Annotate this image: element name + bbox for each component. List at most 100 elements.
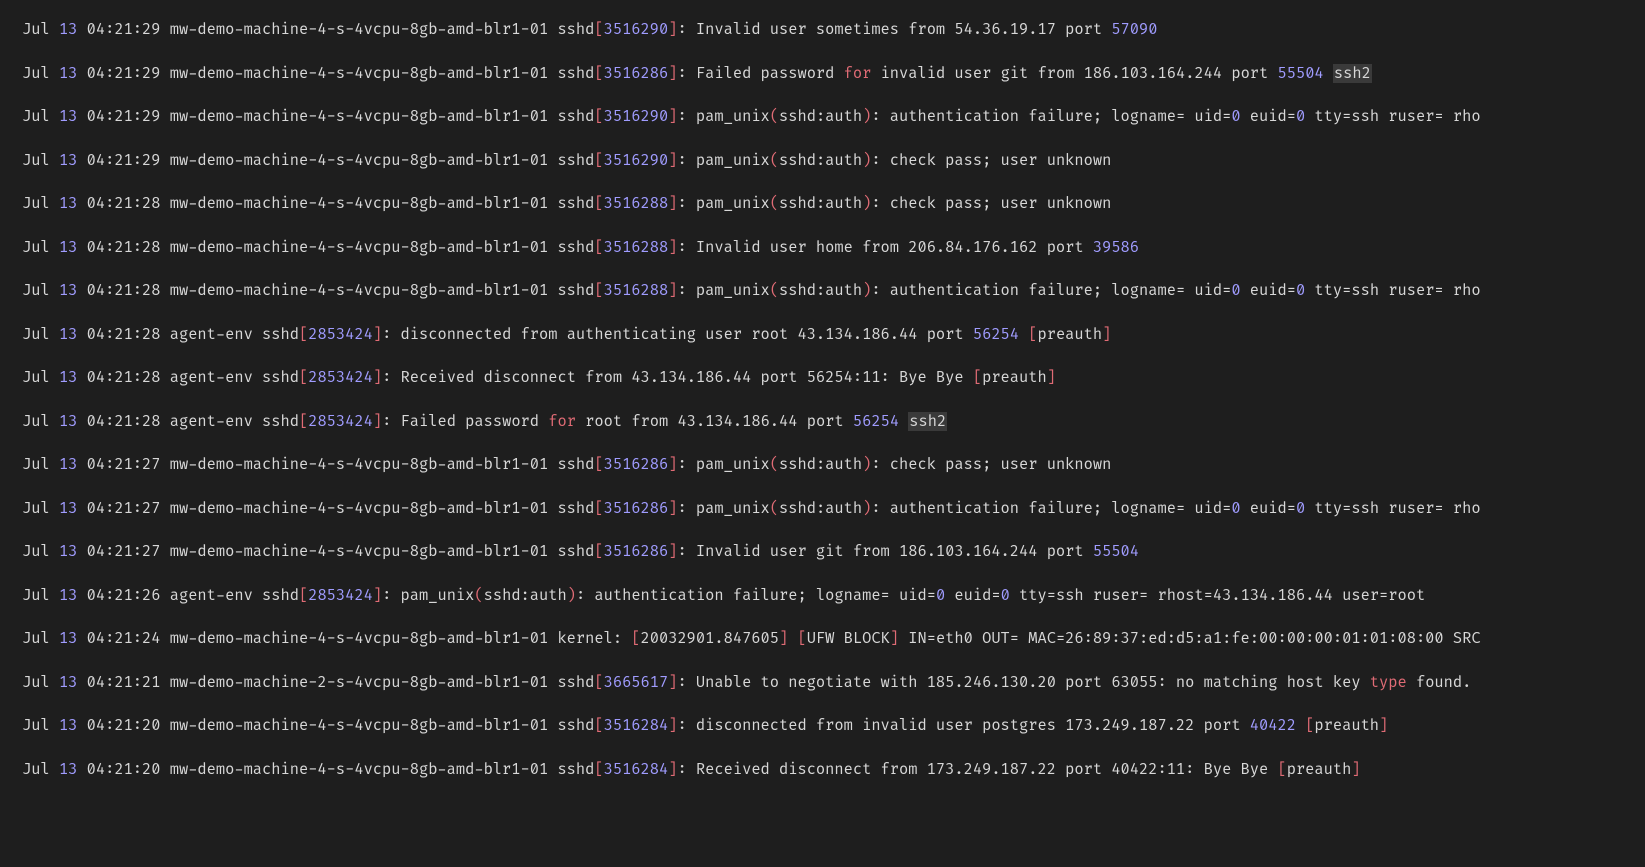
log-token: [ xyxy=(973,368,982,387)
log-token: : check pass; user unknown xyxy=(871,151,1111,170)
log-process: sshd xyxy=(262,586,299,605)
bracket-open: [ xyxy=(299,412,308,431)
bracket-close: ] xyxy=(373,325,382,344)
log-token: ] xyxy=(890,629,899,648)
log-token: ( xyxy=(770,194,779,213)
bracket-open: [ xyxy=(594,542,603,561)
log-token: sshd:auth xyxy=(779,455,862,474)
log-token: ] xyxy=(779,629,788,648)
bracket-open: [ xyxy=(594,455,603,474)
log-line[interactable]: Jul 13 04:21:20 mw-demo-machine-4-s-4vcp… xyxy=(22,760,1623,780)
log-line[interactable]: Jul 13 04:21:29 mw-demo-machine-4-s-4vcp… xyxy=(22,151,1623,171)
log-token: 0 xyxy=(1231,499,1240,518)
log-token: ) xyxy=(862,151,871,170)
log-pid: 3516286 xyxy=(604,455,669,474)
log-line[interactable]: Jul 13 04:21:28 agent-env sshd[2853424]:… xyxy=(22,412,1623,432)
log-token: 0 xyxy=(1296,281,1305,300)
log-month: Jul xyxy=(22,194,50,213)
log-day: 13 xyxy=(59,238,77,257)
bracket-close: ] xyxy=(373,586,382,605)
log-time: 04:21:20 xyxy=(87,760,161,779)
log-time: 04:21:28 xyxy=(87,238,161,257)
log-token: tty=ssh ruser= rho xyxy=(1305,499,1480,518)
log-host: mw-demo-machine-2-s-4vcpu-8gb-amd-blr1-0… xyxy=(170,673,548,692)
log-time: 04:21:28 xyxy=(87,368,161,387)
log-line[interactable]: Jul 13 04:21:26 agent-env sshd[2853424]:… xyxy=(22,586,1623,606)
log-line[interactable]: Jul 13 04:21:27 mw-demo-machine-4-s-4vcp… xyxy=(22,455,1623,475)
bracket-open: [ xyxy=(299,325,308,344)
log-token: 56254 xyxy=(853,412,899,431)
log-pid: 3516288 xyxy=(604,281,669,300)
log-token: ( xyxy=(770,107,779,126)
log-line[interactable]: Jul 13 04:21:28 mw-demo-machine-4-s-4vcp… xyxy=(22,194,1623,214)
log-pid: 3516290 xyxy=(604,151,669,170)
log-process: sshd xyxy=(557,20,594,39)
log-token: found. xyxy=(1407,673,1472,692)
log-day: 13 xyxy=(59,325,77,344)
log-month: Jul xyxy=(22,238,50,257)
log-token: sshd:auth xyxy=(484,586,567,605)
log-token: UFW BLOCK xyxy=(807,629,890,648)
log-time: 04:21:29 xyxy=(87,151,161,170)
log-line[interactable]: Jul 13 04:21:21 mw-demo-machine-2-s-4vcp… xyxy=(22,673,1623,693)
log-time: 04:21:26 xyxy=(87,586,161,605)
log-token: 0 xyxy=(1296,499,1305,518)
log-token: Invalid user sometimes from 54.36.19.17 … xyxy=(687,20,1112,39)
log-token: Unable to negotiate with 185.246.130.20 … xyxy=(687,673,1370,692)
log-time: 04:21:29 xyxy=(87,20,161,39)
log-token: : authentication failure; logname= uid= xyxy=(576,586,936,605)
log-token: : check pass; user unknown xyxy=(871,455,1111,474)
log-month: Jul xyxy=(22,281,50,300)
log-token: Failed password xyxy=(687,64,844,83)
log-line[interactable]: Jul 13 04:21:29 mw-demo-machine-4-s-4vcp… xyxy=(22,107,1623,127)
log-token: preauth xyxy=(982,368,1047,387)
log-day: 13 xyxy=(59,368,77,387)
log-line[interactable]: Jul 13 04:21:24 mw-demo-machine-4-s-4vcp… xyxy=(22,629,1623,649)
log-time: 04:21:27 xyxy=(87,542,161,561)
log-line[interactable]: Jul 13 04:21:28 mw-demo-machine-4-s-4vcp… xyxy=(22,238,1623,258)
log-token: Received disconnect from 43.134.186.44 p… xyxy=(391,368,973,387)
log-line[interactable]: Jul 13 04:21:27 mw-demo-machine-4-s-4vcp… xyxy=(22,499,1623,519)
log-process: sshd xyxy=(557,499,594,518)
log-line[interactable]: Jul 13 04:21:27 mw-demo-machine-4-s-4vcp… xyxy=(22,542,1623,562)
log-month: Jul xyxy=(22,107,50,126)
log-token: 56254 xyxy=(973,325,1019,344)
log-day: 13 xyxy=(59,673,77,692)
log-month: Jul xyxy=(22,412,50,431)
log-time: 04:21:20 xyxy=(87,716,161,735)
log-month: Jul xyxy=(22,64,50,83)
log-token: [ xyxy=(631,629,640,648)
log-token: tty=ssh ruser= rho xyxy=(1305,107,1480,126)
log-line[interactable]: Jul 13 04:21:29 mw-demo-machine-4-s-4vcp… xyxy=(22,20,1623,40)
log-line[interactable]: Jul 13 04:21:28 agent-env sshd[2853424]:… xyxy=(22,325,1623,345)
log-host: mw-demo-machine-4-s-4vcpu-8gb-amd-blr1-0… xyxy=(170,716,548,735)
log-line[interactable]: Jul 13 04:21:20 mw-demo-machine-4-s-4vcp… xyxy=(22,716,1623,736)
log-month: Jul xyxy=(22,716,50,735)
log-token: preauth xyxy=(1037,325,1102,344)
log-token: root from 43.134.186.44 port xyxy=(576,412,853,431)
log-token: IN=eth0 OUT= MAC=26:89:37:ed:d5:a1:fe:00… xyxy=(899,629,1481,648)
bracket-open: [ xyxy=(594,499,603,518)
log-token: 39586 xyxy=(1093,238,1139,257)
log-pid: 3516284 xyxy=(604,760,669,779)
log-token: ( xyxy=(474,586,483,605)
log-line[interactable]: Jul 13 04:21:28 mw-demo-machine-4-s-4vcp… xyxy=(22,281,1623,301)
log-time: 04:21:29 xyxy=(87,107,161,126)
log-month: Jul xyxy=(22,542,50,561)
log-line[interactable]: Jul 13 04:21:28 agent-env sshd[2853424]:… xyxy=(22,368,1623,388)
log-token: : authentication failure; logname= uid= xyxy=(871,499,1231,518)
bracket-open: [ xyxy=(299,586,308,605)
log-process: sshd xyxy=(557,238,594,257)
log-day: 13 xyxy=(59,629,77,648)
log-viewer[interactable]: Jul 13 04:21:29 mw-demo-machine-4-s-4vcp… xyxy=(0,0,1645,805)
log-token: ) xyxy=(862,499,871,518)
log-token: tty=ssh ruser= rho xyxy=(1305,281,1480,300)
log-token: for xyxy=(844,64,872,83)
log-line[interactable]: Jul 13 04:21:29 mw-demo-machine-4-s-4vcp… xyxy=(22,64,1623,84)
log-day: 13 xyxy=(59,760,77,779)
log-token: ( xyxy=(770,499,779,518)
log-month: Jul xyxy=(22,760,50,779)
log-day: 13 xyxy=(59,586,77,605)
log-month: Jul xyxy=(22,151,50,170)
bracket-open: [ xyxy=(299,368,308,387)
